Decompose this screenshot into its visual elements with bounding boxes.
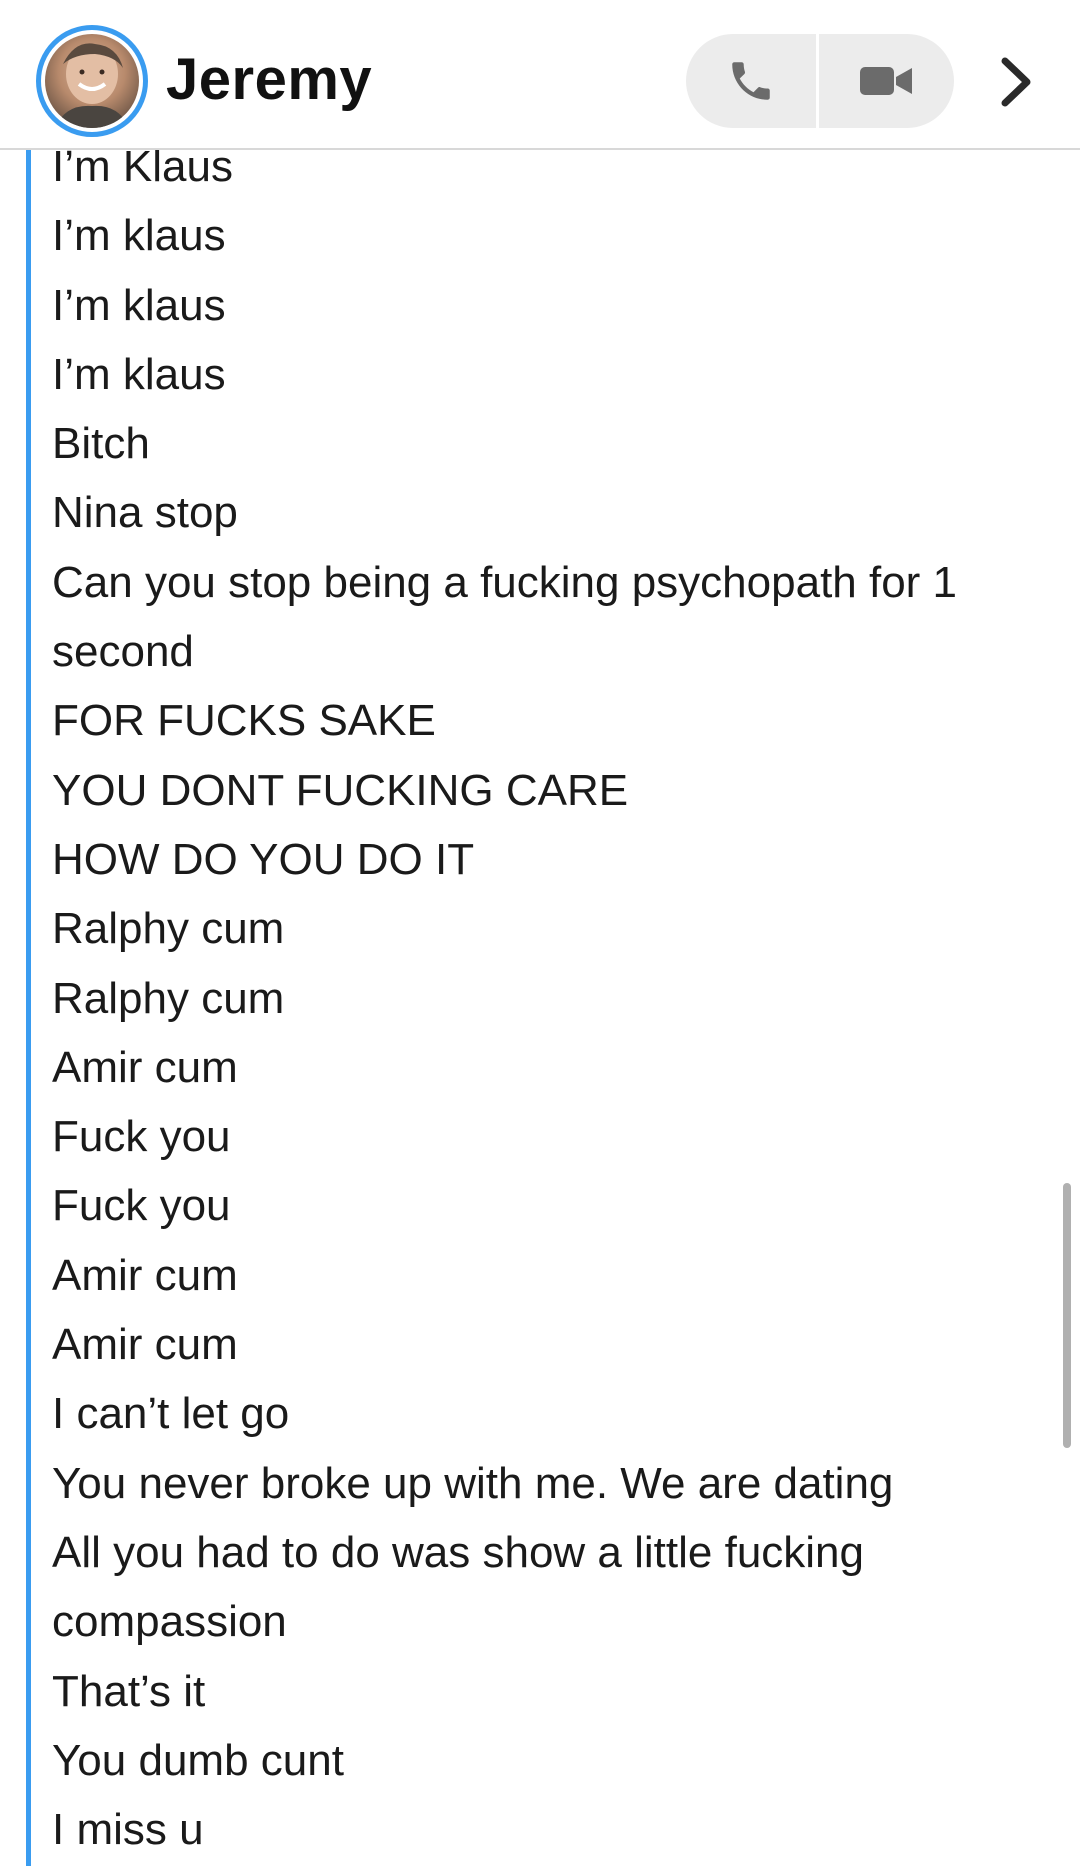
message-text[interactable]: Nina stop	[52, 478, 1042, 547]
message-text[interactable]: You dumb cunt	[52, 1726, 1042, 1795]
message-text[interactable]: Can you stop being a fucking psychopath …	[52, 548, 1042, 687]
message-text[interactable]: FOR FUCKS SAKE	[52, 686, 1042, 755]
message-text[interactable]: I’m klaus	[52, 340, 1042, 409]
sender-indicator-bar	[26, 150, 31, 1866]
message-text[interactable]: Fuck you	[52, 1102, 1042, 1171]
message-text[interactable]: HOW DO YOU DO IT	[52, 825, 1042, 894]
voice-call-button[interactable]	[686, 34, 819, 128]
chevron-right-icon	[1001, 57, 1031, 107]
video-camera-icon	[859, 67, 912, 95]
message-text[interactable]: I’m Klaus	[52, 150, 1042, 201]
message-text[interactable]: You never broke up with me. We are datin…	[52, 1449, 1042, 1518]
video-call-button[interactable]	[819, 34, 952, 128]
user-avatar-icon	[45, 34, 139, 128]
message-text[interactable]: Amir cum	[52, 1033, 1042, 1102]
message-text[interactable]: Ralphy cum	[52, 964, 1042, 1033]
message-text[interactable]: Ralphy cum	[52, 894, 1042, 963]
message-text[interactable]: I can’t let go	[52, 1379, 1042, 1448]
message-text[interactable]: I’m klaus	[52, 271, 1042, 340]
message-text[interactable]: Bitch	[52, 409, 1042, 478]
scrollbar[interactable]	[1063, 1183, 1071, 1448]
message-text[interactable]: All you had to do was show a little fuck…	[52, 1518, 1042, 1657]
chat-header: Jeremy	[0, 0, 1080, 150]
contact-avatar[interactable]	[36, 25, 148, 137]
message-text[interactable]: I’m klaus	[52, 201, 1042, 270]
message-text[interactable]: Fuck you	[52, 1171, 1042, 1240]
phone-icon	[732, 62, 770, 100]
message-thread[interactable]: I’m Klaus I’m klaus I’m klaus I’m klaus Bitc…	[0, 150, 1080, 1866]
message-text[interactable]: Amir cum	[52, 1310, 1042, 1379]
contact-name[interactable]: Jeremy	[166, 40, 372, 120]
message-text[interactable]: Amir cum	[52, 1241, 1042, 1310]
call-button-group	[686, 34, 954, 128]
message-text[interactable]: I miss u	[52, 1795, 1042, 1864]
chevron-right-button[interactable]	[990, 50, 1042, 114]
message-text[interactable]: YOU DONT FUCKING CARE	[52, 756, 1042, 825]
message-list: I’m Klaus I’m klaus I’m klaus I’m klaus Bitc…	[52, 150, 1042, 1864]
message-text[interactable]: That’s it	[52, 1657, 1042, 1726]
